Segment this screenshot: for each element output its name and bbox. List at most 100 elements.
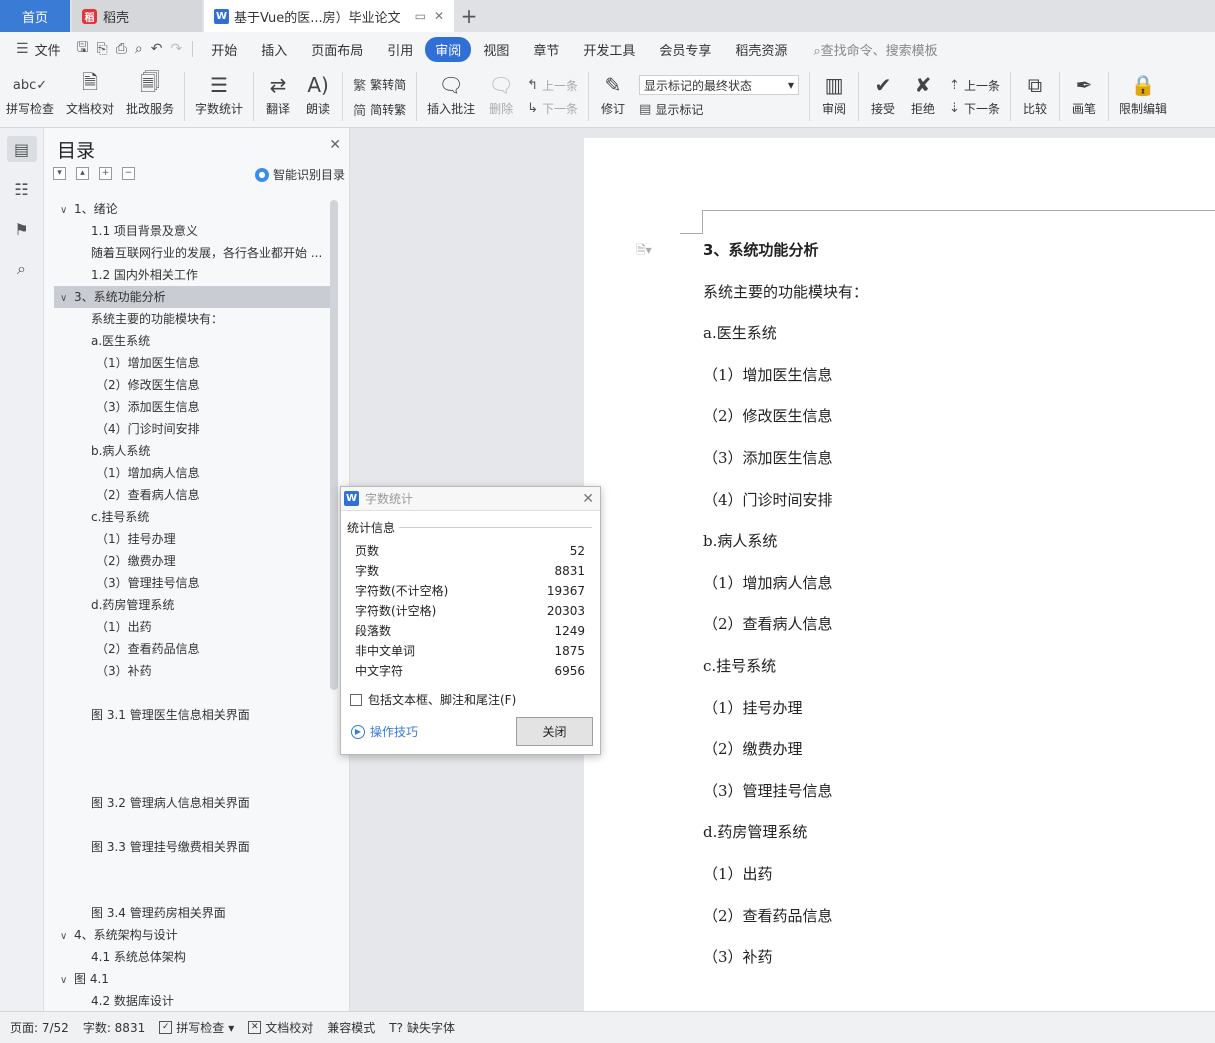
toc-item[interactable]: ∨ 图 4.1 [54,968,330,990]
toc-item[interactable]: 系统主要的功能模块有： [54,308,330,330]
bookmark-icon[interactable]: ⚑ [7,216,37,242]
toc-item[interactable] [54,880,330,902]
chevron-down-icon[interactable]: ∨ [60,288,74,308]
paragraph-menu-icon[interactable]: 🗎▾ [636,241,652,262]
menu-layout[interactable]: 页面布局 [299,37,375,62]
expand-icon[interactable]: ▴ [76,167,89,180]
toc-item[interactable] [54,770,330,792]
menu-start[interactable]: 开始 [199,37,249,62]
toc-scrollbar[interactable] [330,200,338,690]
prev-change-button[interactable]: ⇡ 上一条 [949,77,1000,94]
undo-icon[interactable]: ↶ [147,41,167,57]
toc-item[interactable] [54,814,330,836]
print-icon[interactable]: ⎙ [112,41,131,57]
document-page[interactable] [584,138,1215,1011]
menu-daoke[interactable]: 稻壳资源 [723,37,799,62]
save-icon[interactable]: 🖫 [73,37,93,61]
markup-select[interactable]: 显示标记的最终状态 ▾ [639,75,800,95]
read-aloud-button[interactable]: A) 朗读 [298,66,338,127]
redo-icon[interactable]: ↷ [167,41,187,57]
toc-item[interactable]: a.医生系统 [54,330,330,352]
chevron-down-icon[interactable]: ∨ [60,926,74,946]
toc-item[interactable]: （1）挂号办理 [54,528,330,550]
toc-item[interactable]: d.药房管理系统 [54,594,330,616]
search-icon[interactable]: ⌕ [7,256,37,282]
prev-comment-button[interactable]: ↰ 上一条 [527,77,578,94]
review-service-button[interactable]: 🗐 批改服务 [120,66,180,127]
toc-item[interactable]: （1）增加病人信息 [54,462,330,484]
toc-item[interactable]: 图 3.2 管理病人信息相关界面 [54,792,330,814]
tab-pin-icon[interactable]: ▭ [415,9,426,23]
menu-devtools[interactable]: 开发工具 [571,37,647,62]
next-comment-button[interactable]: ↳ 下一条 [527,100,578,117]
toc-item[interactable] [54,726,330,748]
restrict-edit-button[interactable]: 🔒 限制编辑 [1113,66,1173,127]
tab-close-icon[interactable]: ✕ [434,9,444,23]
menu-file[interactable]: 文件 [33,37,73,62]
toc-item[interactable]: （1）增加医生信息 [54,352,330,374]
export-icon[interactable]: ⎘ [93,41,112,57]
toc-item[interactable]: （3）管理挂号信息 [54,572,330,594]
toc-item[interactable]: （4）门诊时间安排 [54,418,330,440]
preview-icon[interactable]: ⌕ [131,41,147,57]
menu-member[interactable]: 会员专享 [647,37,723,62]
missing-font-status[interactable]: T? 缺失字体 [389,1019,455,1036]
toc-item[interactable]: （3）添加医生信息 [54,396,330,418]
tips-link[interactable]: ▶ 操作技巧 [351,723,418,740]
toc-item[interactable] [54,858,330,880]
toc-item[interactable]: ∨ 1、绪论 [54,198,330,220]
document-body[interactable]: 3、系统功能分析 系统主要的功能模块有： a.医生系统 （1）增加医生信息 （2）修改医… [703,236,868,985]
pen-button[interactable]: ✒ 画笔 [1064,66,1104,127]
menu-reference[interactable]: 引用 [375,37,425,62]
minus-icon[interactable]: − [122,167,135,180]
menu-insert[interactable]: 插入 [249,37,299,62]
toc-item[interactable]: （2）查看病人信息 [54,484,330,506]
show-markup-button[interactable]: ▤ 显示标记 [639,101,799,118]
toc-item[interactable]: 图 3.3 管理挂号缴费相关界面 [54,836,330,858]
translate-button[interactable]: ⇄ 翻译 [258,66,298,127]
delete-comment-button[interactable]: 🗨 删除 [481,66,521,127]
toc-panel-icon[interactable]: ▤ [6,136,37,162]
close-icon[interactable]: ✕ [329,137,341,153]
toc-item[interactable]: 随着互联网行业的发展，各行各业都开始 ... [54,242,330,264]
toc-item[interactable]: 图 3.1 管理医生信息相关界面 [54,704,330,726]
toc-item[interactable]: （2）修改医生信息 [54,374,330,396]
chevron-down-icon[interactable]: ∨ [60,200,74,220]
next-change-button[interactable]: ⇣ 下一条 [949,100,1000,117]
plus-icon[interactable]: + [99,167,112,180]
checkbox-box[interactable] [350,693,362,706]
new-tab-button[interactable]: + [454,0,484,32]
doc-proof-button[interactable]: 🗎 文档校对 [60,66,120,127]
toc-item[interactable]: （3）补药 [54,660,330,682]
page-indicator[interactable]: 页面: 7/52 [10,1019,69,1036]
doc-proof-status[interactable]: ✕ 文档校对 [248,1019,313,1036]
review-pane-button[interactable]: ▥ 审阅 [814,66,854,127]
insert-comment-button[interactable]: 🗨 插入批注 [421,66,481,127]
simp-to-trad-button[interactable]: 简简转繁 [353,100,406,119]
toc-item[interactable]: c.挂号系统 [54,506,330,528]
toc-item[interactable]: ∨ 3、系统功能分析 [54,286,330,308]
toc-item[interactable]: （2）查看药品信息 [54,638,330,660]
accept-button[interactable]: ✔ 接受 [863,66,903,127]
smart-toc-button[interactable]: ● 智能识别目录 [254,166,345,183]
menu-review[interactable]: 审阅 [425,36,472,62]
menu-chapter[interactable]: 章节 [521,37,571,62]
tab-document[interactable]: W 基于Vue的医...房）毕业论文 ▭ ✕ [204,0,454,32]
compat-mode-status[interactable]: 兼容模式 [327,1019,375,1036]
toc-item[interactable]: 图 3.4 管理药房相关界面 [54,902,330,924]
toc-item[interactable]: 4.1 系统总体架构 [54,946,330,968]
tab-home[interactable]: 首页 [0,0,70,32]
word-count-button[interactable]: ☰ 字数统计 [189,66,249,127]
toc-item[interactable]: ∨ 4、系统架构与设计 [54,924,330,946]
compare-button[interactable]: ⧉ 比较 [1015,66,1055,127]
close-button[interactable]: 关闭 [516,717,593,746]
toc-item[interactable]: 4.2 数据库设计 [54,990,330,1006]
toc-item[interactable]: 1.2 国内外相关工作 [54,264,330,286]
trad-to-simp-button[interactable]: 繁繁转简 [353,75,406,94]
toc-item[interactable]: （2）缴费办理 [54,550,330,572]
include-textbox-checkbox[interactable]: 包括文本框、脚注和尾注(F) [350,691,516,708]
toc-item[interactable] [54,682,330,704]
chapter-nav-icon[interactable]: ☷ [7,176,37,202]
toc-item[interactable] [54,748,330,770]
spell-check-button[interactable]: abc✓ 拼写检查 [0,66,60,127]
